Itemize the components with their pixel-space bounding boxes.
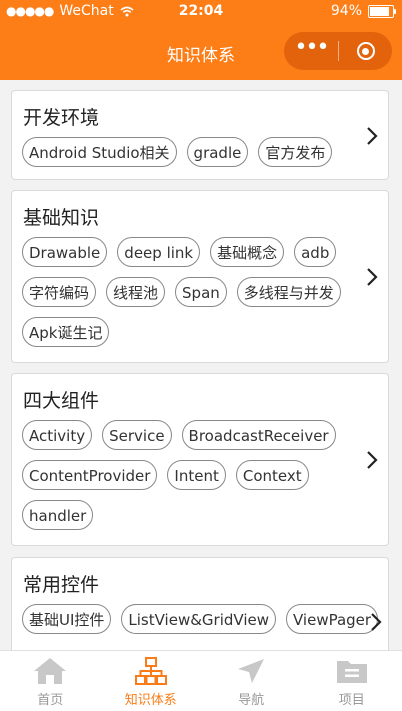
tag[interactable]: Apk诞生记: [22, 317, 109, 347]
tag[interactable]: Activity: [22, 420, 92, 450]
card-title: 开发环境: [23, 103, 99, 130]
card-title: 常用控件: [23, 570, 99, 597]
status-bar: ●●●●● WeChat 22:04 94%: [0, 0, 402, 24]
tab-label: 项目: [339, 689, 365, 708]
tag-list: 基础UI控件 ListView&GridView ViewPager: [22, 604, 382, 634]
tag[interactable]: 官方发布: [258, 137, 332, 167]
tab-knowledge[interactable]: 知识体系: [101, 651, 202, 711]
knowledge-card-widgets[interactable]: 常用控件 基础UI控件 ListView&GridView ViewPager: [11, 557, 389, 650]
tab-bar: 首页 知识体系 导航 项目: [0, 650, 402, 711]
tag[interactable]: BroadcastReceiver: [182, 420, 336, 450]
home-icon: [33, 657, 67, 685]
battery-fill: [370, 7, 389, 16]
tag[interactable]: Android Studio相关: [22, 137, 177, 167]
navigation-bar: 知识体系 •••: [0, 24, 402, 80]
chevron-right-icon[interactable]: [364, 448, 380, 472]
tag[interactable]: ViewPager: [286, 604, 378, 634]
battery-icon: [368, 5, 394, 18]
knowledge-list[interactable]: 开发环境 Android Studio相关 gradle 官方发布 基础知识 D…: [0, 80, 402, 650]
tag[interactable]: 线程池: [106, 277, 165, 307]
tab-projects[interactable]: 项目: [302, 651, 402, 711]
chevron-right-icon[interactable]: [364, 265, 380, 289]
miniprogram-capsule: •••: [284, 32, 392, 70]
tag[interactable]: deep link: [117, 237, 200, 267]
knowledge-card-components[interactable]: 四大组件 Activity Service BroadcastReceiver …: [11, 373, 389, 546]
knowledge-card-dev-env[interactable]: 开发环境 Android Studio相关 gradle 官方发布: [11, 90, 389, 180]
tag[interactable]: adb: [294, 237, 336, 267]
navigation-icon: [234, 657, 268, 685]
tag[interactable]: Span: [175, 277, 227, 307]
battery-percent: 94%: [331, 3, 362, 19]
tab-label: 导航: [238, 689, 264, 708]
tab-home[interactable]: 首页: [0, 651, 101, 711]
tab-label: 首页: [37, 689, 63, 708]
tag[interactable]: Context: [236, 460, 309, 490]
more-icon: •••: [295, 35, 328, 60]
close-button[interactable]: [339, 42, 392, 60]
more-button[interactable]: •••: [284, 37, 338, 65]
tag[interactable]: 多线程与并发: [237, 277, 341, 307]
hierarchy-icon: [134, 657, 168, 685]
card-title: 四大组件: [23, 386, 99, 413]
tag[interactable]: ContentProvider: [22, 460, 157, 490]
chevron-right-icon[interactable]: [368, 610, 384, 634]
close-miniprogram-icon: [357, 42, 375, 60]
tag[interactable]: Service: [102, 420, 171, 450]
tag[interactable]: handler: [22, 500, 93, 530]
chevron-right-icon[interactable]: [364, 124, 380, 148]
tab-label: 知识体系: [125, 689, 177, 708]
tag-list: Drawable deep link 基础概念 adb 字符编码 线程池 Spa…: [22, 237, 357, 347]
card-title: 基础知识: [23, 203, 99, 230]
tag[interactable]: gradle: [187, 137, 249, 167]
tag-list: Activity Service BroadcastReceiver Conte…: [22, 420, 357, 530]
tag-list: Android Studio相关 gradle 官方发布: [22, 137, 357, 167]
tag[interactable]: Drawable: [22, 237, 107, 267]
tab-navigation[interactable]: 导航: [201, 651, 302, 711]
tag[interactable]: ListView&GridView: [121, 604, 276, 634]
tag[interactable]: 基础概念: [210, 237, 284, 267]
folder-icon: [335, 657, 369, 685]
tag[interactable]: Intent: [167, 460, 225, 490]
tag[interactable]: 字符编码: [22, 277, 96, 307]
tag[interactable]: 基础UI控件: [22, 604, 111, 634]
knowledge-card-basics[interactable]: 基础知识 Drawable deep link 基础概念 adb 字符编码 线程…: [11, 190, 389, 363]
